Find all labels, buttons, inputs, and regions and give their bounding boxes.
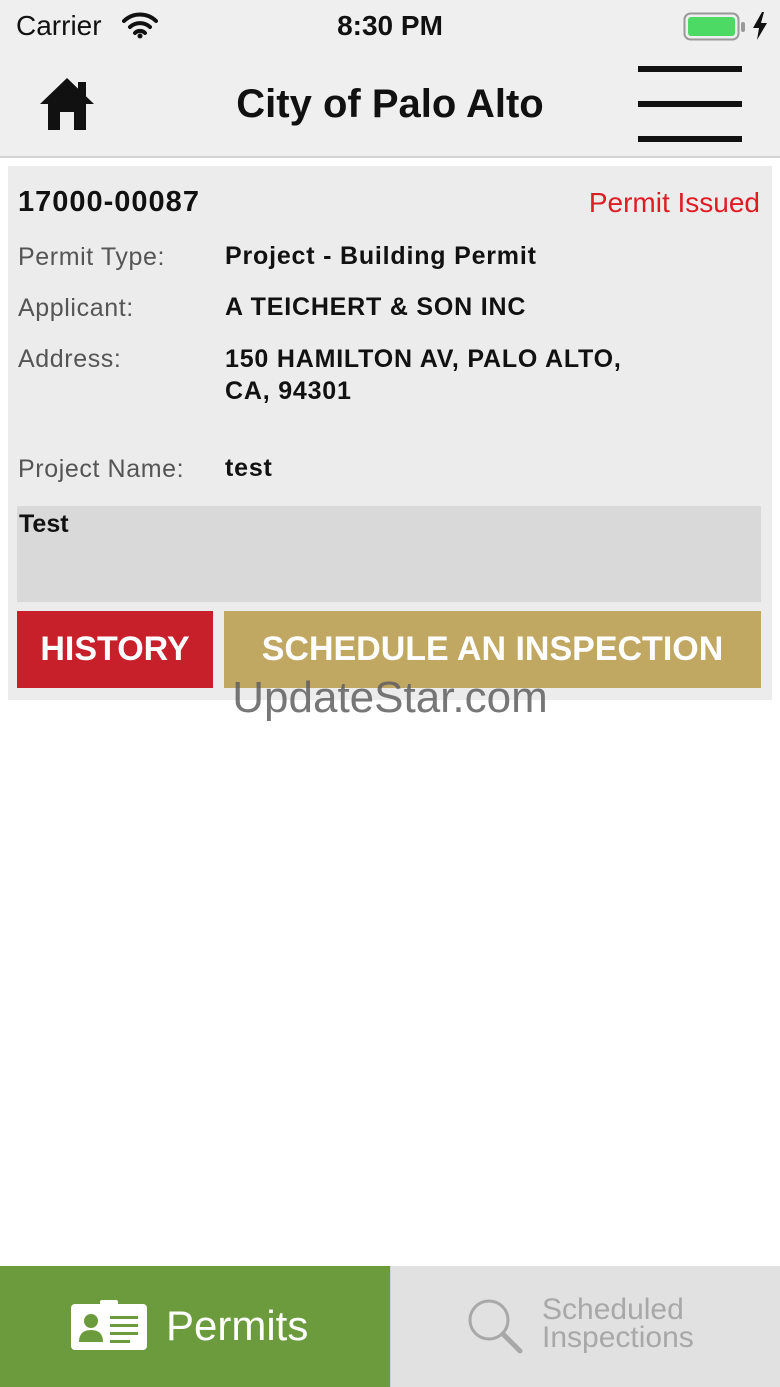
address-label: Address: bbox=[18, 345, 122, 373]
charging-bolt-icon bbox=[753, 12, 767, 40]
address-line-2: CA, 94301 bbox=[225, 377, 352, 405]
tab-inspections-line-2: Inspections bbox=[542, 1321, 694, 1354]
project-name-label: Project Name: bbox=[18, 455, 185, 483]
project-name-value: test bbox=[225, 454, 273, 482]
address-line-1: 150 HAMILTON AV, PALO ALTO, bbox=[225, 345, 622, 373]
home-button[interactable] bbox=[38, 76, 96, 132]
permit-type-label: Permit Type: bbox=[18, 243, 166, 271]
applicant-value: A TEICHERT & SON INC bbox=[225, 293, 527, 321]
tab-permits-label: Permits bbox=[166, 1302, 309, 1349]
watermark: UpdateStar.com bbox=[232, 673, 548, 722]
search-icon bbox=[468, 1299, 523, 1354]
permit-card[interactable]: 17000-00087 Permit Issued Permit Type: P… bbox=[8, 166, 772, 700]
permit-type-value: Project - Building Permit bbox=[225, 242, 537, 270]
permit-number: 17000-00087 bbox=[18, 186, 200, 218]
permit-status-badge: Permit Issued bbox=[588, 187, 760, 218]
tab-scheduled-inspections-label: Scheduled Inspections bbox=[542, 1293, 742, 1354]
permit-notes: Test bbox=[17, 506, 761, 602]
nav-bar: City of Palo Alto bbox=[0, 54, 780, 158]
tab-permits[interactable]: Permits bbox=[0, 1266, 390, 1387]
tab-inspections-line-1: Scheduled bbox=[542, 1293, 684, 1326]
applicant-label: Applicant: bbox=[18, 294, 134, 322]
battery-icon bbox=[683, 12, 745, 41]
id-card-icon bbox=[71, 1300, 147, 1350]
tab-scheduled-inspections[interactable]: Scheduled Inspections bbox=[390, 1266, 780, 1387]
status-bar: Carrier 8:30 PM bbox=[0, 0, 780, 54]
permit-notes-text: Test bbox=[19, 510, 69, 538]
home-icon bbox=[40, 78, 94, 130]
hamburger-menu-icon[interactable] bbox=[638, 66, 742, 144]
tab-bar: Permits Scheduled Inspections bbox=[0, 1266, 780, 1387]
clock: 8:30 PM bbox=[337, 10, 443, 41]
